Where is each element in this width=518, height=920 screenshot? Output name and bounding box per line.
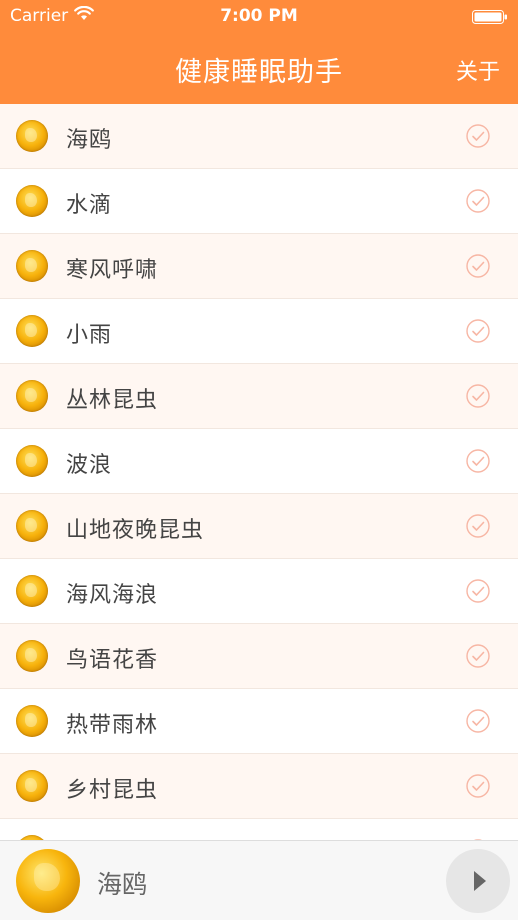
list-item[interactable]: 寒风呼啸 [0,234,518,299]
status-time: 7:00 PM [220,6,298,26]
list-item[interactable]: 乡村昆虫 [0,754,518,819]
list-item[interactable]: 海风海浪 [0,559,518,624]
play-icon [474,871,486,891]
status-bar: Carrier 7:00 PM [0,0,518,34]
check-circle-icon[interactable] [466,254,490,278]
gold-ball-icon [16,770,48,802]
gold-ball-icon [16,445,48,477]
list-item-label: 乡村昆虫 [66,778,159,803]
list-item[interactable] [0,819,518,840]
navigation-bar: 健康睡眠助手 关于 [0,34,518,104]
list-item[interactable]: 热带雨林 [0,689,518,754]
page-title: 健康睡眠助手 [175,57,343,88]
list-item-label: 小雨 [66,323,113,348]
check-circle-icon[interactable] [466,774,490,798]
check-circle-icon[interactable] [466,189,490,213]
list-item[interactable]: 水滴 [0,169,518,234]
sound-list: 海鸥 水滴 寒风呼啸 小雨 丛林昆虫 波浪 山地夜晚昆虫 海风海浪 鸟语花香 热… [0,104,518,840]
list-item-label: 海风海浪 [66,583,159,608]
gold-ball-icon [16,185,48,217]
app-screen: Carrier 7:00 PM 健康睡眠助手 关于 海鸥 水滴 寒风呼啸 小雨 … [0,0,518,920]
check-circle-icon[interactable] [466,579,490,603]
gold-ball-icon [16,380,48,412]
list-item-label: 山地夜晚昆虫 [66,518,205,543]
list-item[interactable]: 小雨 [0,299,518,364]
list-item[interactable]: 鸟语花香 [0,624,518,689]
list-item-label: 波浪 [66,453,113,478]
check-circle-icon[interactable] [466,709,490,733]
album-art [16,849,80,913]
list-item[interactable]: 波浪 [0,429,518,494]
list-item-label: 海鸥 [66,128,113,153]
list-item[interactable]: 丛林昆虫 [0,364,518,429]
gold-ball-icon [16,250,48,282]
list-item[interactable]: 海鸥 [0,104,518,169]
battery-icon [472,9,508,24]
check-circle-icon[interactable] [466,514,490,538]
gold-ball-icon [16,705,48,737]
gold-ball-icon [16,315,48,347]
check-circle-icon[interactable] [466,319,490,343]
list-item-label: 水滴 [66,193,113,218]
list-item[interactable]: 山地夜晚昆虫 [0,494,518,559]
list-item-label: 热带雨林 [66,713,159,738]
check-circle-icon[interactable] [466,124,490,148]
about-button[interactable]: 关于 [456,54,500,86]
now-playing-label: 海鸥 [97,870,148,899]
list-item-label: 鸟语花香 [66,648,159,673]
check-circle-icon[interactable] [466,644,490,668]
player-bar: 海鸥 [0,840,518,920]
check-circle-icon[interactable] [466,384,490,408]
list-item-label: 丛林昆虫 [66,388,159,413]
list-item-label: 寒风呼啸 [66,258,159,283]
check-circle-icon[interactable] [466,449,490,473]
play-button[interactable] [446,849,510,913]
gold-ball-icon [16,120,48,152]
gold-ball-icon [16,575,48,607]
gold-ball-icon [16,640,48,672]
header: Carrier 7:00 PM 健康睡眠助手 关于 [0,0,518,104]
gold-ball-icon [16,510,48,542]
